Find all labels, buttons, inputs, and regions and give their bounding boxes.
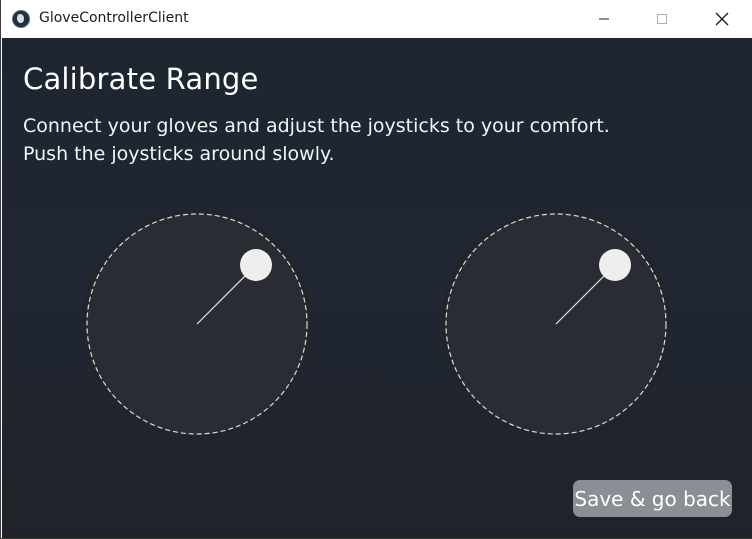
- minimize-button[interactable]: [575, 0, 633, 38]
- app-window: GloveControllerClient Calibrate Range Co…: [0, 0, 752, 539]
- left-joystick-pad[interactable]: [81, 208, 313, 440]
- save-and-go-back-button[interactable]: Save & go back: [573, 480, 732, 517]
- minimize-icon: [599, 18, 609, 20]
- instruction-line: Push the joysticks around slowly.: [23, 143, 335, 165]
- calibration-panel: Calibrate Range Connect your gloves and …: [2, 38, 752, 538]
- right-joystick-pad[interactable]: [440, 208, 672, 440]
- title-bar[interactable]: GloveControllerClient: [1, 0, 752, 38]
- maximize-icon: [657, 14, 667, 24]
- maximize-button[interactable]: [633, 0, 691, 38]
- app-icon: [12, 10, 30, 28]
- window-title: GloveControllerClient: [39, 10, 189, 26]
- joystick-thumb-handle[interactable]: [599, 249, 631, 281]
- close-button[interactable]: [693, 0, 751, 38]
- joystick-thumb-handle[interactable]: [240, 249, 272, 281]
- close-icon: [715, 12, 729, 26]
- instruction-line: Connect your gloves and adjust the joyst…: [23, 115, 610, 137]
- page-title: Calibrate Range: [23, 62, 259, 96]
